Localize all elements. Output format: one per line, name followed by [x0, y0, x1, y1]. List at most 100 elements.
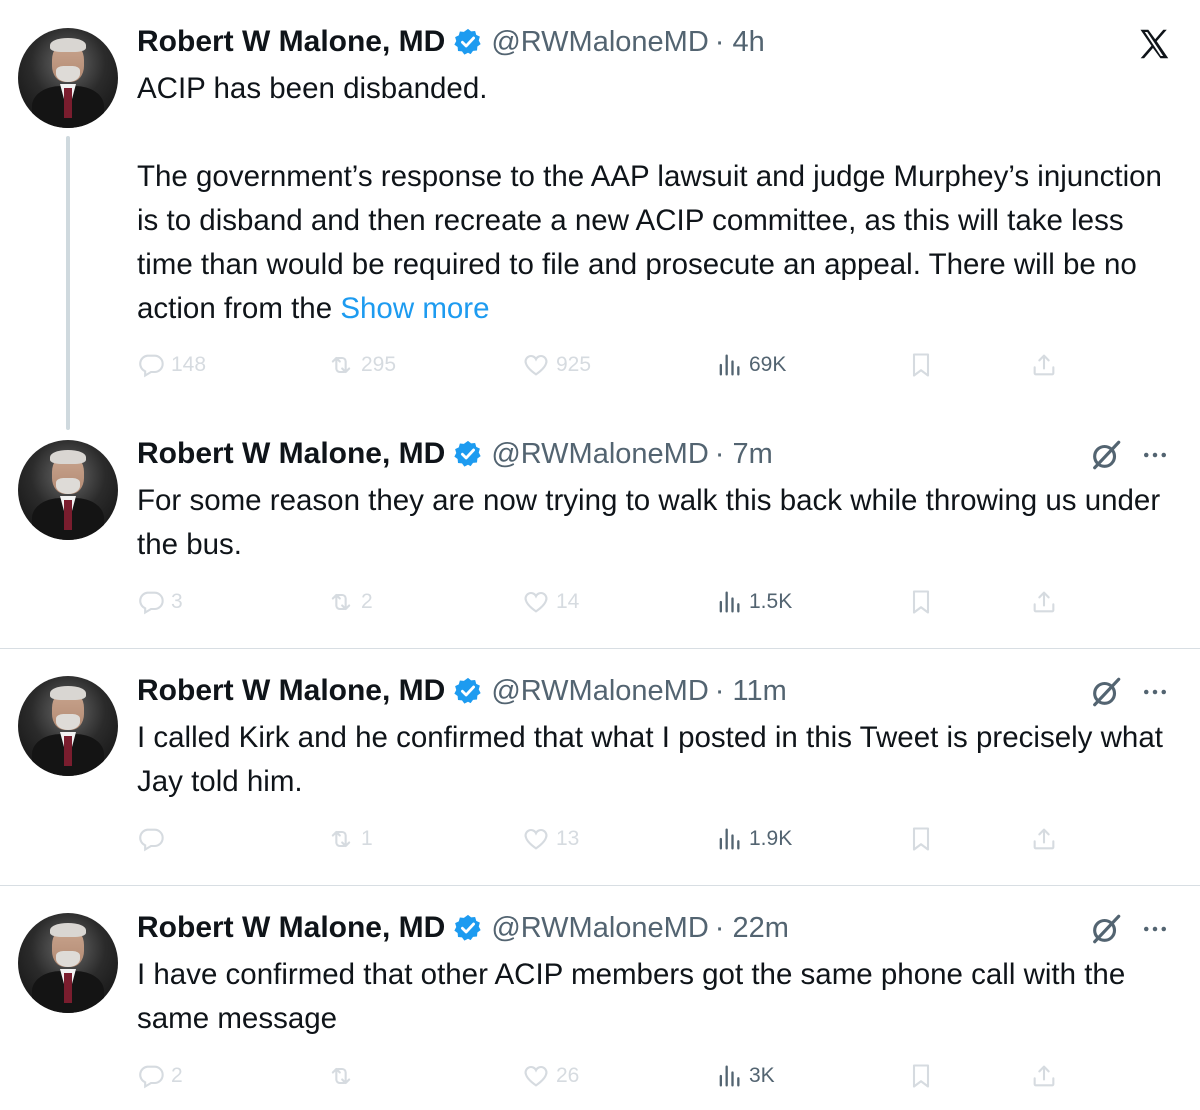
- reply-count: 148: [171, 353, 207, 376]
- like-count: 13: [556, 827, 580, 850]
- repost-button[interactable]: [327, 1058, 361, 1094]
- reply-count: 3: [171, 590, 183, 613]
- bookmark-icon: [907, 1062, 935, 1090]
- show-more-link[interactable]: Show more: [340, 292, 489, 325]
- share-button[interactable]: [1030, 821, 1064, 857]
- tweet-text: I have confirmed that other ACIP members…: [137, 958, 1126, 1035]
- action-bar: 3 2 14 1.5K: [137, 584, 1077, 620]
- author-handle[interactable]: @RWMaloneMD: [491, 675, 708, 708]
- views-button[interactable]: 3K: [715, 1058, 775, 1094]
- tweet-3[interactable]: Robert W Malone, MD @RWMaloneMD · 11m I …: [0, 649, 1200, 885]
- more-icon[interactable]: [1140, 440, 1170, 470]
- tweet-text: ACIP has been disbanded. The government’…: [137, 67, 1182, 331]
- like-button[interactable]: 26: [522, 1058, 579, 1094]
- tweet-time[interactable]: · 7m: [715, 438, 773, 471]
- reply-button[interactable]: [137, 821, 171, 857]
- share-icon: [1030, 351, 1058, 379]
- grok-icon[interactable]: [1089, 912, 1123, 946]
- avatar[interactable]: [18, 676, 118, 776]
- tweet-2[interactable]: Robert W Malone, MD @RWMaloneMD · 7m For…: [0, 430, 1200, 648]
- bookmark-button[interactable]: [907, 584, 941, 620]
- author-handle[interactable]: @RWMaloneMD: [491, 438, 708, 471]
- author-name[interactable]: Robert W Malone, MD: [137, 437, 445, 471]
- repost-button[interactable]: 1: [327, 821, 373, 857]
- avatar[interactable]: [18, 28, 118, 128]
- like-icon: [522, 351, 550, 379]
- view-count: 1.5K: [749, 590, 793, 613]
- bookmark-button[interactable]: [907, 1058, 941, 1094]
- share-icon: [1030, 588, 1058, 616]
- action-bar: 148 295 925 69K: [137, 347, 1077, 383]
- reply-button[interactable]: 148: [137, 347, 206, 383]
- author-name[interactable]: Robert W Malone, MD: [137, 911, 445, 945]
- like-count: 925: [556, 353, 592, 376]
- bookmark-button[interactable]: [907, 821, 941, 857]
- repost-icon: [327, 825, 355, 853]
- tweet-time[interactable]: · 22m: [715, 912, 789, 945]
- author-handle[interactable]: @RWMaloneMD: [491, 912, 708, 945]
- share-button[interactable]: [1030, 1058, 1064, 1094]
- view-count: 1.9K: [749, 827, 793, 850]
- author-handle[interactable]: @RWMaloneMD: [491, 26, 708, 59]
- like-button[interactable]: 13: [522, 821, 579, 857]
- bookmark-icon: [907, 588, 935, 616]
- action-bar: 2 26 3K: [137, 1058, 1077, 1094]
- bookmark-icon: [907, 351, 935, 379]
- views-icon: [715, 825, 743, 853]
- repost-button[interactable]: 295: [327, 347, 396, 383]
- share-icon: [1030, 1062, 1058, 1090]
- tweet-1[interactable]: Robert W Malone, MD @RWMaloneMD · 4h ACI…: [0, 0, 1200, 430]
- tweet-time[interactable]: · 11m: [715, 675, 787, 708]
- tweet-4[interactable]: Robert W Malone, MD @RWMaloneMD · 22m I …: [0, 886, 1200, 1110]
- avatar[interactable]: [18, 913, 118, 1013]
- repost-button[interactable]: 2: [327, 584, 373, 620]
- views-icon: [715, 588, 743, 616]
- tweet-header: Robert W Malone, MD @RWMaloneMD · 7m: [137, 434, 773, 474]
- tweet-text: I called Kirk and he confirmed that what…: [137, 721, 1163, 798]
- tweet-text: For some reason they are now trying to w…: [137, 484, 1161, 561]
- verified-badge-icon[interactable]: [453, 439, 483, 469]
- views-icon: [715, 351, 743, 379]
- views-icon: [715, 1062, 743, 1090]
- tweet-paragraph: ACIP has been disbanded.: [137, 72, 488, 105]
- verified-badge-icon[interactable]: [453, 676, 483, 706]
- views-button[interactable]: 1.5K: [715, 584, 792, 620]
- like-button[interactable]: 14: [522, 584, 579, 620]
- tweet-header: Robert W Malone, MD @RWMaloneMD · 4h: [137, 22, 765, 62]
- grok-icon[interactable]: [1089, 675, 1123, 709]
- grok-icon[interactable]: [1089, 438, 1123, 472]
- views-button[interactable]: 1.9K: [715, 821, 792, 857]
- reply-button[interactable]: 2: [137, 1058, 183, 1094]
- views-button[interactable]: 69K: [715, 347, 786, 383]
- tweet-header: Robert W Malone, MD @RWMaloneMD · 11m: [137, 671, 787, 711]
- verified-badge-icon[interactable]: [453, 913, 483, 943]
- like-button[interactable]: 925: [522, 347, 591, 383]
- reply-count: 2: [171, 1064, 183, 1087]
- tweet-paragraph: The government’s response to the AAP law…: [137, 160, 1162, 325]
- author-name[interactable]: Robert W Malone, MD: [137, 25, 445, 59]
- bookmark-icon: [907, 825, 935, 853]
- reply-icon: [137, 1062, 165, 1090]
- repost-count: 2: [361, 590, 373, 613]
- reply-icon: [137, 351, 165, 379]
- reply-icon: [137, 588, 165, 616]
- repost-icon: [327, 588, 355, 616]
- reply-button[interactable]: 3: [137, 584, 183, 620]
- repost-icon: [327, 351, 355, 379]
- action-bar: 1 13 1.9K: [137, 821, 1077, 857]
- share-icon: [1030, 825, 1058, 853]
- more-icon[interactable]: [1140, 914, 1170, 944]
- verified-badge-icon[interactable]: [453, 27, 483, 57]
- like-icon: [522, 1062, 550, 1090]
- like-count: 14: [556, 590, 580, 613]
- tweet-time[interactable]: · 4h: [715, 26, 765, 59]
- share-button[interactable]: [1030, 347, 1064, 383]
- more-icon[interactable]: [1140, 677, 1170, 707]
- avatar[interactable]: [18, 440, 118, 540]
- bookmark-button[interactable]: [907, 347, 941, 383]
- view-count: 3K: [749, 1064, 775, 1087]
- tweet-header: Robert W Malone, MD @RWMaloneMD · 22m: [137, 908, 789, 948]
- share-button[interactable]: [1030, 584, 1064, 620]
- author-name[interactable]: Robert W Malone, MD: [137, 674, 445, 708]
- like-icon: [522, 825, 550, 853]
